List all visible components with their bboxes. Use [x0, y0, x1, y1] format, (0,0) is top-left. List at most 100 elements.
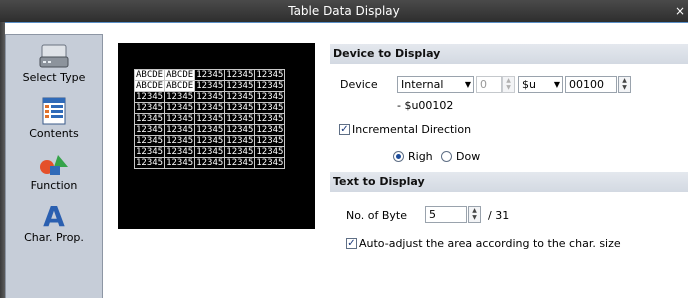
sidebar-item-label: Select Type	[22, 71, 86, 84]
window-title: Table Data Display	[288, 4, 400, 18]
device-address-stepper[interactable]: ▲ ▼	[618, 76, 631, 93]
device-address-value: 00100	[569, 78, 604, 91]
svg-text:A: A	[43, 201, 65, 229]
table-contents-icon	[42, 97, 66, 125]
preview-cell: 12345	[133, 113, 166, 125]
preview-cell: 12345	[133, 91, 166, 103]
chevron-up-icon[interactable]: ▲	[619, 77, 630, 84]
preview-cell: 12345	[164, 146, 196, 158]
preview-cell: 12345	[164, 135, 196, 147]
preview-cell: 12345	[194, 102, 226, 114]
bytes-value: 5	[429, 208, 436, 221]
preview-cell: 12345	[224, 124, 256, 136]
sidebar-item-label: Char. Prop.	[24, 231, 84, 244]
text-to-display-header: Text to Display	[330, 172, 688, 192]
preview-cell: 12345	[194, 80, 226, 92]
preview-row: 12345 12345 12345 12345 12345	[133, 135, 286, 147]
sidebar-item-contents[interactable]: Contents	[6, 97, 102, 140]
auto-adjust-checkbox[interactable]: ✓	[346, 238, 357, 249]
device-address-field[interactable]: 00100	[565, 76, 617, 93]
incremental-direction-label: Incremental Direction	[352, 123, 472, 136]
device-range-text: - $u00102	[397, 99, 454, 112]
preview-cell: 12345	[194, 135, 226, 147]
preview-cell: 12345	[224, 102, 256, 114]
bytes-field[interactable]: 5	[425, 206, 467, 223]
chevron-up-icon[interactable]: ▲	[469, 207, 480, 214]
chevron-down-icon[interactable]: ▼	[503, 84, 514, 91]
preview-cell: 12345	[133, 135, 166, 147]
chevron-down-icon[interactable]: ▼	[469, 214, 480, 221]
preview-cell: 12345	[133, 102, 166, 114]
preview-cell: 12345	[194, 157, 226, 169]
preview-cell: 12345	[224, 69, 256, 81]
sidebar-item-char-prop[interactable]: A Char. Prop.	[6, 201, 102, 244]
letter-a-icon: A	[43, 201, 65, 229]
preview-cell: 12345	[254, 80, 286, 92]
drive-icon	[39, 44, 69, 68]
preview-cell: 12345	[194, 69, 226, 81]
preview-cell: 12345	[133, 146, 166, 158]
bytes-label: No. of Byte	[346, 209, 407, 222]
preview-cell: 12345	[194, 146, 226, 158]
preview-cell: 12345	[164, 113, 196, 125]
preview-row: 12345 12345 12345 12345 12345	[133, 113, 286, 125]
preview-cell: 12345	[133, 157, 166, 169]
preview-cell: ABCDE	[164, 69, 196, 81]
preview-cell: 12345	[194, 124, 226, 136]
preview-cell: 12345	[164, 157, 196, 169]
table-preview: ABCDE ABCDE 12345 12345 12345 ABCDE ABCDE 12345…	[118, 43, 315, 229]
preview-row: ABCDE ABCDE 12345 12345 12345	[133, 80, 286, 92]
preview-cell: 12345	[224, 80, 256, 92]
station-number-value: 0	[480, 78, 487, 91]
device-code-value: $u	[522, 78, 536, 91]
sidebar-item-select-type[interactable]: Select Type	[6, 43, 102, 84]
preview-row: 12345 12345 12345 12345 12345	[133, 124, 286, 136]
preview-cell: ABCDE	[133, 69, 166, 81]
direction-down-radio[interactable]	[441, 151, 452, 162]
device-to-display-header: Device to Display	[330, 44, 688, 64]
preview-row: ABCDE ABCDE 12345 12345 12345	[133, 69, 286, 81]
sidebar-item-label: Function	[30, 179, 78, 192]
close-icon[interactable]: ×	[674, 0, 686, 22]
device-label: Device	[340, 78, 378, 91]
preview-cell: 12345	[254, 69, 286, 81]
preview-cell: 12345	[164, 102, 196, 114]
preview-cell: 12345	[133, 124, 166, 136]
title-bar: Table Data Display ×	[0, 0, 688, 23]
bytes-stepper[interactable]: ▲ ▼	[468, 206, 481, 223]
preview-cell: 12345	[254, 113, 286, 125]
direction-right-radio[interactable]	[393, 151, 404, 162]
station-number-field[interactable]: 0	[476, 76, 502, 93]
preview-grid: ABCDE ABCDE 12345 12345 12345 ABCDE ABCDE 12345…	[133, 69, 286, 169]
preview-cell: 12345	[164, 124, 196, 136]
chevron-up-icon[interactable]: ▲	[503, 77, 514, 84]
preview-cell: 12345	[254, 157, 286, 169]
sidebar-item-function[interactable]: Function	[6, 153, 102, 192]
chevron-down-icon: ▼	[464, 80, 471, 89]
sidebar: Select Type Contents Function A Char. Pr…	[5, 34, 103, 298]
chevron-down-icon: ▼	[553, 80, 560, 89]
preview-row: 12345 12345 12345 12345 12345	[133, 102, 286, 114]
preview-row: 12345 12345 12345 12345 12345	[133, 146, 286, 158]
preview-row: 12345 12345 12345 12345 12345	[133, 157, 286, 169]
preview-cell: 12345	[254, 135, 286, 147]
device-code-select[interactable]: $u ▼	[518, 76, 563, 93]
preview-cell: 12345	[254, 91, 286, 103]
device-type-value: Internal	[401, 78, 444, 91]
preview-cell: 12345	[194, 91, 226, 103]
shapes-icon	[40, 155, 68, 175]
preview-cell: 12345	[224, 113, 256, 125]
station-number-stepper[interactable]: ▲ ▼	[502, 76, 515, 93]
preview-cell: 12345	[224, 135, 256, 147]
sidebar-item-label: Contents	[29, 127, 79, 140]
preview-row: 12345 12345 12345 12345 12345	[133, 91, 286, 103]
auto-adjust-label: Auto-adjust the area according to the ch…	[359, 237, 621, 250]
direction-down-label: Dow	[456, 150, 481, 163]
preview-cell: 12345	[194, 113, 226, 125]
bytes-max-label: / 31	[488, 209, 510, 222]
chevron-down-icon[interactable]: ▼	[619, 84, 630, 91]
incremental-direction-checkbox[interactable]: ✓	[339, 124, 350, 135]
preview-cell: 12345	[254, 102, 286, 114]
preview-cell: ABCDE	[133, 80, 166, 92]
device-type-select[interactable]: Internal ▼	[397, 76, 474, 93]
